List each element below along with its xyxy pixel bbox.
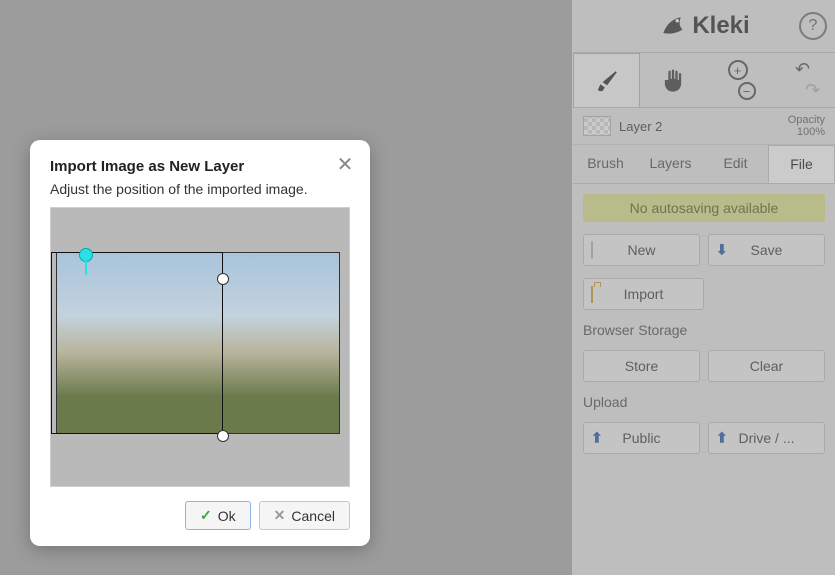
help-button[interactable]: ? xyxy=(799,12,827,40)
opacity-label: Opacity xyxy=(788,114,825,126)
save-label: Save xyxy=(751,242,783,258)
hand-icon xyxy=(659,66,687,94)
tool-undo-redo[interactable]: ↶ ↷ xyxy=(770,53,835,107)
modal-button-row: ✓ Ok ✕ Cancel xyxy=(50,501,350,530)
new-button[interactable]: New xyxy=(583,234,700,266)
app-logo-icon xyxy=(658,12,686,40)
import-label: Import xyxy=(624,286,664,302)
opacity-value: 100% xyxy=(788,126,825,138)
new-label: New xyxy=(627,242,655,258)
ok-button[interactable]: ✓ Ok xyxy=(185,501,251,530)
rotate-handle-stem xyxy=(85,261,87,275)
tab-brush[interactable]: Brush xyxy=(573,145,638,183)
transform-box[interactable] xyxy=(51,252,223,434)
close-icon: ✕ xyxy=(337,155,354,175)
browser-storage-label: Browser Storage xyxy=(583,322,825,338)
modal-title: Import Image as New Layer xyxy=(50,158,350,175)
layer-thumbnail xyxy=(583,116,611,136)
import-preview[interactable] xyxy=(50,207,350,487)
layer-row[interactable]: Layer 2 Opacity 100% xyxy=(573,108,835,145)
drive-label: Drive / ... xyxy=(738,430,794,446)
app-name: Kleki xyxy=(692,12,749,40)
tool-row: + − ↶ ↷ xyxy=(573,52,835,108)
modal-close-button[interactable]: ✕ xyxy=(334,154,356,176)
help-icon: ? xyxy=(809,17,818,35)
right-panel: Kleki ? + − ↶ ↷ Layer 2 Opacity 100% Bru… xyxy=(572,0,835,575)
import-icon xyxy=(591,286,593,302)
download-icon: ⬇ xyxy=(716,242,728,259)
cancel-button[interactable]: ✕ Cancel xyxy=(259,501,350,530)
resize-handle-bottom[interactable] xyxy=(217,430,229,442)
import-modal: ✕ Import Image as New Layer Adjust the p… xyxy=(30,140,370,546)
file-panel: No autosaving available New ⬇ Save Impor… xyxy=(573,184,835,464)
upload-icon-2: ⬆ xyxy=(716,430,728,447)
tab-file[interactable]: File xyxy=(768,145,835,183)
autosave-banner: No autosaving available xyxy=(583,194,825,222)
tab-edit[interactable]: Edit xyxy=(703,145,768,183)
resize-handle-top[interactable] xyxy=(217,273,229,285)
x-icon: ✕ xyxy=(274,507,286,524)
blank-file-icon xyxy=(591,242,593,258)
clear-button[interactable]: Clear xyxy=(708,350,825,382)
clear-label: Clear xyxy=(750,358,783,374)
layer-name: Layer 2 xyxy=(619,119,662,134)
import-button[interactable]: Import xyxy=(583,278,704,310)
rotate-handle[interactable] xyxy=(79,248,93,262)
check-icon: ✓ xyxy=(200,507,212,524)
redo-icon: ↷ xyxy=(805,80,820,101)
upload-label: Upload xyxy=(583,394,825,410)
tool-hand[interactable] xyxy=(640,53,705,107)
tool-brush[interactable] xyxy=(573,53,640,107)
undo-icon: ↶ xyxy=(795,59,810,80)
ok-label: Ok xyxy=(218,508,236,524)
brush-icon xyxy=(594,68,620,94)
tool-zoom[interactable]: + − xyxy=(705,53,770,107)
store-button[interactable]: Store xyxy=(583,350,700,382)
zoom-out-icon: − xyxy=(738,82,756,100)
public-label: Public xyxy=(622,430,660,446)
tab-row: Brush Layers Edit File xyxy=(573,145,835,184)
zoom-in-icon: + xyxy=(728,60,748,80)
brand-row: Kleki ? xyxy=(573,0,835,52)
layer-opacity: Opacity 100% xyxy=(788,114,825,138)
store-label: Store xyxy=(625,358,658,374)
modal-subtitle: Adjust the position of the imported imag… xyxy=(50,181,350,197)
upload-icon: ⬆ xyxy=(591,430,603,447)
tab-layers[interactable]: Layers xyxy=(638,145,703,183)
cancel-label: Cancel xyxy=(291,508,335,524)
